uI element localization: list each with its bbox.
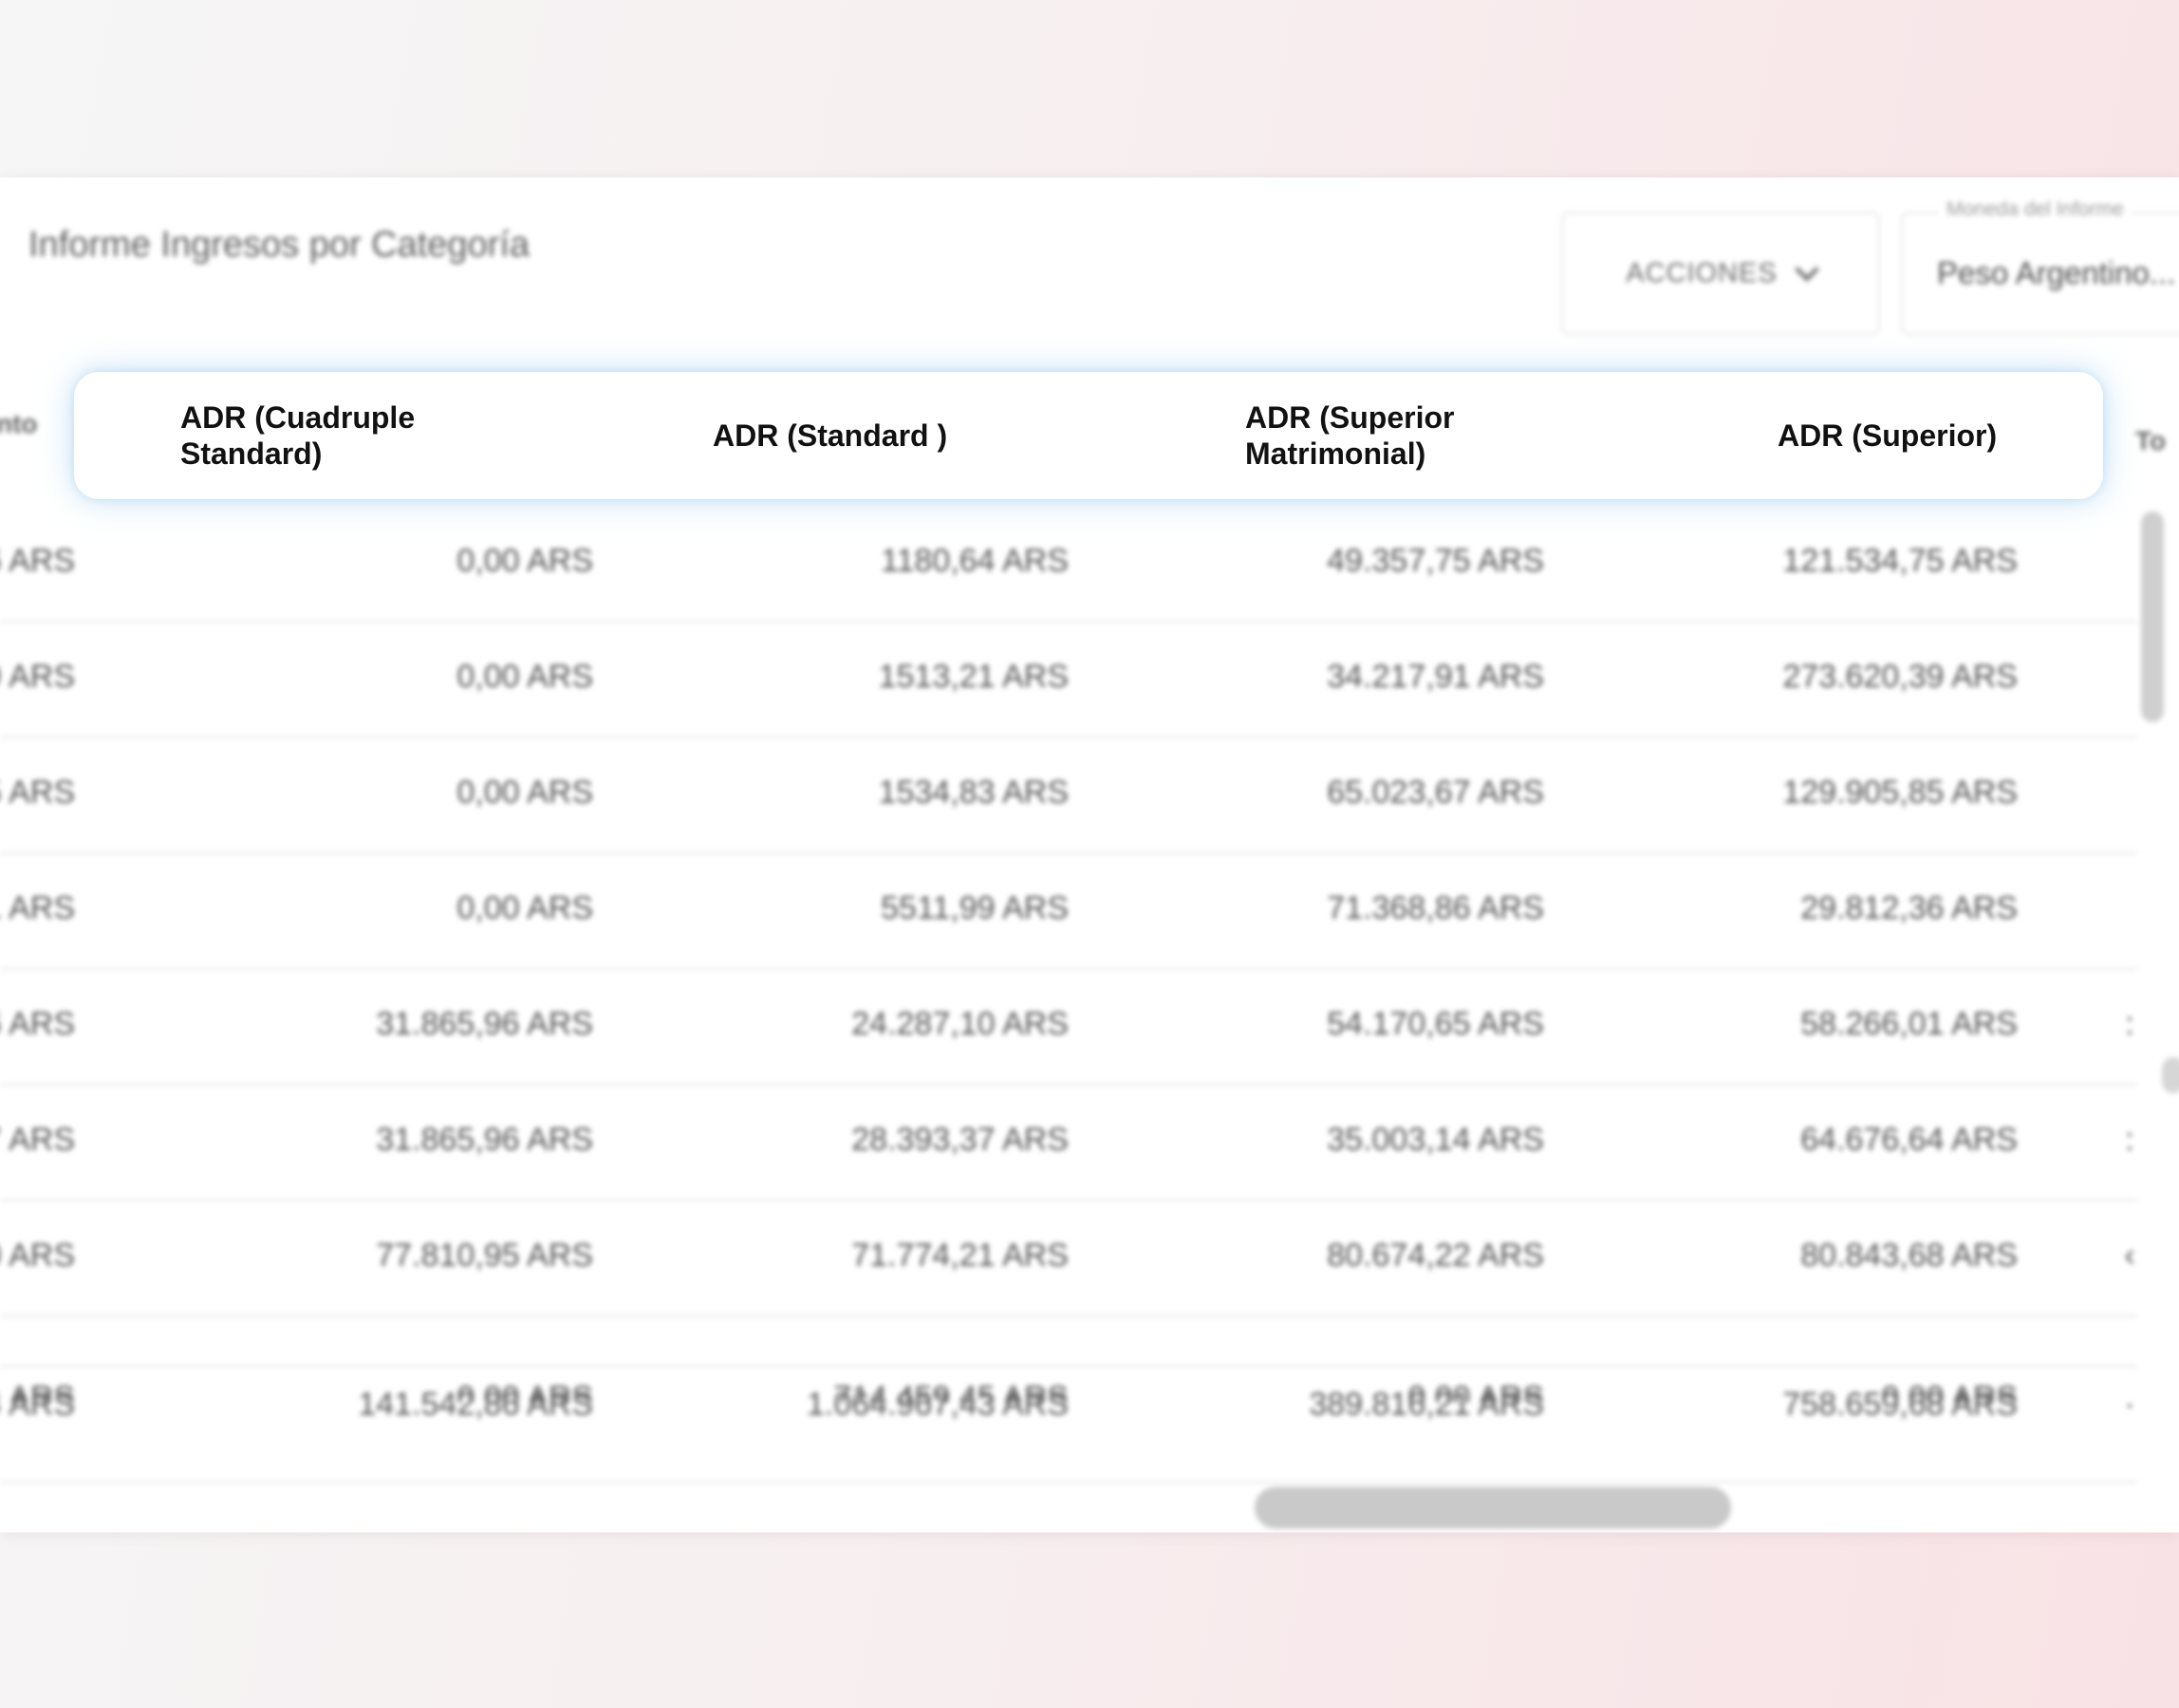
table-cell: 1513,21 ARS	[878, 659, 1069, 695]
table-header-highlight: ADR (Cuadruple Standard) ADR (Standard )…	[74, 372, 2103, 499]
table-cell: 2,06 ARS	[0, 1006, 75, 1042]
table-cell: 64.676,64 ARS	[1800, 1122, 2018, 1158]
table-cell: 24.287,10 ARS	[851, 1006, 1069, 1042]
column-header-line: Matrimonial)	[1245, 436, 1426, 471]
table-cell: ,26 ARS	[0, 543, 75, 579]
column-header-adr-superior[interactable]: ADR (Superior)	[1778, 418, 1997, 454]
table-cell: ‹	[2124, 1237, 2135, 1273]
table-cell: 80.843,68 ARS	[1800, 1237, 2018, 1273]
table-row: ,26 ARS 0,00 ARS 1180,64 ARS 49.357,75 A…	[0, 507, 2137, 622]
table-cell: ,47 ARS	[0, 1122, 75, 1158]
column-header-cut-right: To	[2135, 426, 2167, 455]
column-header-cut-left: nto	[0, 409, 38, 438]
table-cell: ,39 ARS	[0, 659, 75, 695]
table-cell: 31.865,96 ARS	[376, 1006, 593, 1042]
total-cell: 2,14 ARS	[0, 1386, 75, 1422]
chevron-down-icon	[1795, 257, 1819, 282]
table-cell: 129.905,85 ARS	[1782, 774, 2018, 810]
table-cell: 0,00 ARS	[456, 659, 593, 695]
column-header-line: ADR (Standard )	[713, 418, 948, 453]
total-cell: ·	[2124, 1386, 2135, 1422]
table-cell: 5511,99 ARS	[881, 890, 1069, 926]
table-cell: ,85 ARS	[0, 774, 75, 810]
column-header-line: ADR (Cuadruple	[180, 400, 416, 435]
table-row: ,47 ARS 31.865,96 ARS 28.393,37 ARS 35.0…	[0, 1086, 2137, 1201]
table-cell: 31.865,96 ARS	[376, 1122, 593, 1158]
currency-select-label: Moneda del Informe	[1939, 198, 2132, 221]
table-cell: 0,00 ARS	[456, 774, 593, 810]
report-title: Informe Ingresos por Categoría	[28, 225, 531, 265]
table-cell: :	[2125, 1122, 2134, 1158]
table-cell: 35.003,14 ARS	[1327, 1122, 1544, 1158]
table-cell: 0,00 ARS	[456, 543, 593, 579]
table-row: 2,06 ARS 31.865,96 ARS 24.287,10 ARS 54.…	[0, 970, 2137, 1086]
table-body: ,26 ARS 0,00 ARS 1180,64 ARS 49.357,75 A…	[0, 507, 2137, 1402]
table-cell: 29.812,36 ARS	[1800, 890, 2018, 926]
table-cell: 1180,64 ARS	[881, 543, 1069, 579]
actions-button-label: ACCIONES	[1626, 257, 1778, 288]
column-header-line: Standard)	[180, 436, 323, 471]
table-row: ,71 ARS 0,00 ARS 5511,99 ARS 71.368,86 A…	[0, 854, 2137, 970]
total-cell: 758.659,68 ARS	[1782, 1386, 2018, 1422]
table-cell: 71.368,86 ARS	[1327, 890, 1544, 926]
total-cell: 1.064.967,43 ARS	[806, 1386, 1069, 1422]
table-row: ,85 ARS 0,00 ARS 1534,83 ARS 65.023,67 A…	[0, 738, 2137, 854]
table-cell: 54.170,65 ARS	[1327, 1006, 1544, 1042]
table-row: ,39 ARS 0,00 ARS 1513,21 ARS 34.217,91 A…	[0, 622, 2137, 738]
vertical-scrollbar-marker	[2162, 1057, 2179, 1093]
table-cell: ,40 ARS	[0, 1237, 75, 1273]
table-cell: 77.810,95 ARS	[376, 1237, 593, 1273]
column-header-adr-cuadruple-standard[interactable]: ADR (Cuadruple Standard)	[180, 399, 415, 472]
table-cell: 71.774,21 ARS	[851, 1237, 1069, 1273]
total-cell: 389.816,21 ARS	[1309, 1386, 1544, 1422]
actions-button[interactable]: ACCIONES	[1561, 212, 1880, 335]
table-cell: :	[2125, 1006, 2134, 1042]
table-cell: 65.023,67 ARS	[1327, 774, 1544, 810]
currency-select[interactable]: Moneda del Informe Peso Argentino...	[1901, 198, 2179, 335]
table-cell: 121.534,75 ARS	[1782, 543, 2018, 579]
column-header-adr-standard[interactable]: ADR (Standard )	[713, 418, 947, 454]
table-cell: 28.393,37 ARS	[851, 1122, 1069, 1158]
currency-select-value: Peso Argentino...	[1937, 255, 2176, 290]
vertical-scrollbar-thumb[interactable]	[2141, 511, 2164, 722]
table-cell: ,71 ARS	[0, 890, 75, 926]
horizontal-scrollbar-thumb[interactable]	[1255, 1487, 1731, 1529]
table-cell: 0,00 ARS	[456, 890, 593, 926]
column-header-adr-superior-matrimonial[interactable]: ADR (Superior Matrimonial)	[1245, 399, 1454, 472]
table-cell: 58.266,01 ARS	[1800, 1006, 2018, 1042]
table-cell: 49.357,75 ARS	[1327, 543, 1544, 579]
total-cell: 141.542,86 ARS	[358, 1386, 593, 1422]
table-cell: 273.620,39 ARS	[1782, 659, 2018, 695]
table-row: ,40 ARS 77.810,95 ARS 71.774,21 ARS 80.6…	[0, 1201, 2137, 1317]
table-cell: 34.217,91 ARS	[1327, 659, 1544, 695]
table-cell: 80.674,22 ARS	[1327, 1237, 1544, 1273]
table-totals-row: 2,14 ARS 141.542,86 ARS 1.064.967,43 ARS…	[0, 1365, 2137, 1483]
column-header-line: ADR (Superior	[1245, 400, 1455, 435]
column-header-line: ADR (Superior)	[1778, 418, 1998, 453]
table-cell: 1534,83 ARS	[878, 774, 1069, 810]
